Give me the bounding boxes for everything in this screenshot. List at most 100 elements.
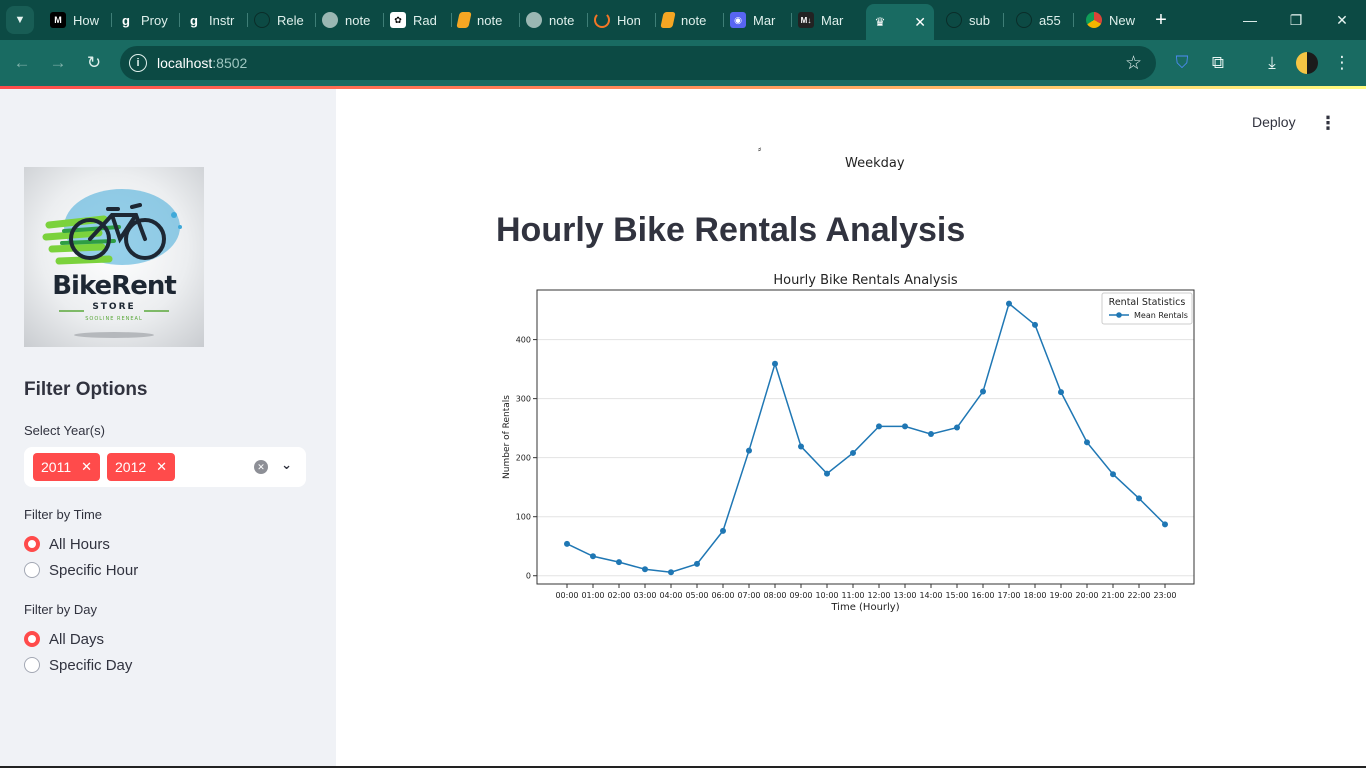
radio-button-selected[interactable] [24, 536, 40, 552]
markdown-favicon-icon: M↓ [798, 12, 814, 28]
x-tick-label: 14:00 [919, 591, 942, 600]
x-tick-label: 22:00 [1127, 591, 1150, 600]
tab-label: Rele [277, 12, 304, 28]
data-point [1136, 495, 1142, 502]
jupyter-favicon-icon [594, 12, 610, 28]
browser-tab[interactable]: M How [44, 6, 110, 34]
forward-button[interactable]: → [44, 49, 72, 77]
medium-favicon-icon: M [50, 12, 66, 28]
radio-all-hours[interactable]: All Hours [24, 533, 110, 555]
radio-button[interactable] [24, 562, 40, 578]
profile-avatar[interactable] [1296, 52, 1318, 74]
remove-chip-icon[interactable]: ✕ [156, 459, 167, 475]
data-point [642, 566, 648, 573]
shield-extension-icon[interactable]: ⛉ [1170, 51, 1194, 75]
data-point [954, 424, 960, 431]
browser-tab[interactable]: sub [940, 6, 1002, 34]
browser-tab-active[interactable]: ♛ ✕ [866, 4, 934, 40]
x-tick-label: 00:00 [555, 591, 578, 600]
address-bar[interactable]: i localhost:8502 ☆ [120, 46, 1156, 80]
back-button[interactable]: ← [8, 49, 36, 77]
clear-all-icon[interactable]: ✕ [254, 460, 268, 474]
x-tick-label: 23:00 [1153, 591, 1176, 600]
remove-chip-icon[interactable]: ✕ [81, 459, 92, 475]
browser-tab[interactable]: g Instr [180, 6, 246, 34]
openai-favicon-icon: ✿ [390, 12, 406, 28]
data-point [1006, 300, 1012, 307]
browser-tab[interactable]: ✿ Rad [384, 6, 450, 34]
globe-icon [526, 12, 542, 28]
close-tab-icon[interactable]: ✕ [914, 14, 926, 31]
page-title: Hourly Bike Rentals Analysis [496, 211, 966, 249]
radio-label: All Hours [49, 535, 110, 553]
x-tick-label: 08:00 [763, 591, 786, 600]
more-options-icon[interactable]: ⋮ [1318, 113, 1338, 133]
site-info-icon[interactable]: i [129, 54, 147, 72]
radio-label: Specific Hour [49, 561, 139, 579]
tab-label: a55 [1039, 12, 1061, 28]
x-tick-label: 06:00 [711, 591, 734, 600]
filter-options-heading: Filter Options [24, 379, 148, 400]
legend-label: Mean Rentals [1134, 311, 1188, 320]
radio-label: All Days [49, 630, 105, 648]
logo-store: STORE [92, 302, 136, 312]
browser-tab[interactable]: Hon [588, 6, 654, 34]
browser-tab[interactable]: New [1080, 6, 1142, 34]
url-host: localhost [157, 55, 213, 71]
new-tab-button[interactable]: + [1150, 8, 1172, 32]
x-tick-label: 03:00 [633, 591, 656, 600]
github-favicon-icon [1016, 12, 1032, 28]
gitbook-favicon-icon: g [190, 12, 198, 28]
browser-tab[interactable]: note [452, 6, 518, 34]
browser-tab[interactable]: note [316, 6, 382, 34]
deploy-button[interactable]: Deploy [1252, 114, 1296, 130]
y-tick-label: 0 [526, 572, 531, 581]
y-tick-label: 200 [516, 454, 531, 463]
chevron-down-icon: ▼ [14, 14, 26, 26]
browser-tab[interactable]: g Proy [112, 6, 178, 34]
x-tick-label: 02:00 [607, 591, 630, 600]
data-point [824, 470, 830, 477]
restore-button[interactable]: ❐ [1274, 6, 1318, 34]
browser-tab[interactable]: note [520, 6, 586, 34]
radio-all-days[interactable]: All Days [24, 628, 104, 650]
x-tick-label: 09:00 [789, 591, 812, 600]
reload-button[interactable]: ↻ [80, 49, 108, 77]
bookmark-star-icon[interactable]: ☆ [1125, 52, 1142, 75]
data-point [980, 388, 986, 395]
data-point [1162, 521, 1168, 528]
radio-button-selected[interactable] [24, 631, 40, 647]
extensions-puzzle-icon[interactable]: ⧉ [1206, 51, 1230, 75]
browser-toolbar: ← → ↻ i localhost:8502 ☆ ⛉ ⧉ ⤓ ⋮ [0, 40, 1366, 86]
chevron-down-icon[interactable]: ⌄ [281, 457, 292, 473]
tab-label: Proy [141, 12, 168, 28]
close-icon: ✕ [1336, 11, 1348, 28]
y-tick-label: 300 [516, 395, 531, 404]
tab-search-button[interactable]: ▼ [6, 6, 34, 34]
browser-tab[interactable]: M↓ Mar [792, 6, 858, 34]
browser-tab[interactable]: ◉ Mar [724, 6, 790, 34]
line-chart-svg: Hourly Bike Rentals Analysis 0 100 200 300 40… [502, 273, 1195, 613]
gitbook-favicon-icon: g [122, 12, 130, 28]
radio-label: Specific Day [49, 656, 133, 674]
minimize-button[interactable]: — [1228, 6, 1272, 34]
radio-button[interactable] [24, 657, 40, 673]
y-axis-label: Number of Rentals [502, 395, 512, 479]
browser-tab[interactable]: Rele [248, 6, 314, 34]
upper-chart-xlabel: Weekday [845, 156, 905, 171]
download-icon[interactable]: ⤓ [1260, 51, 1284, 75]
chrome-favicon-icon [1086, 12, 1102, 28]
x-tick-label: 15:00 [945, 591, 968, 600]
x-tick-label: 17:00 [997, 591, 1020, 600]
github-favicon-icon [946, 12, 962, 28]
year-multiselect[interactable]: 2011 ✕ 2012 ✕ ✕ ⌄ [24, 447, 306, 487]
close-window-button[interactable]: ✕ [1320, 6, 1364, 34]
browser-menu-icon[interactable]: ⋮ [1330, 51, 1354, 75]
year-chip-label: 2012 [115, 459, 147, 475]
radio-specific-hour[interactable]: Specific Hour [24, 559, 138, 581]
browser-tab[interactable]: note [656, 6, 722, 34]
bikerent-logo: BikeRent STORE SOOLINE RENEAL [24, 167, 204, 347]
radio-specific-day[interactable]: Specific Day [24, 654, 132, 676]
x-tick-label: 11:00 [841, 591, 864, 600]
browser-tab[interactable]: a55 [1010, 6, 1072, 34]
